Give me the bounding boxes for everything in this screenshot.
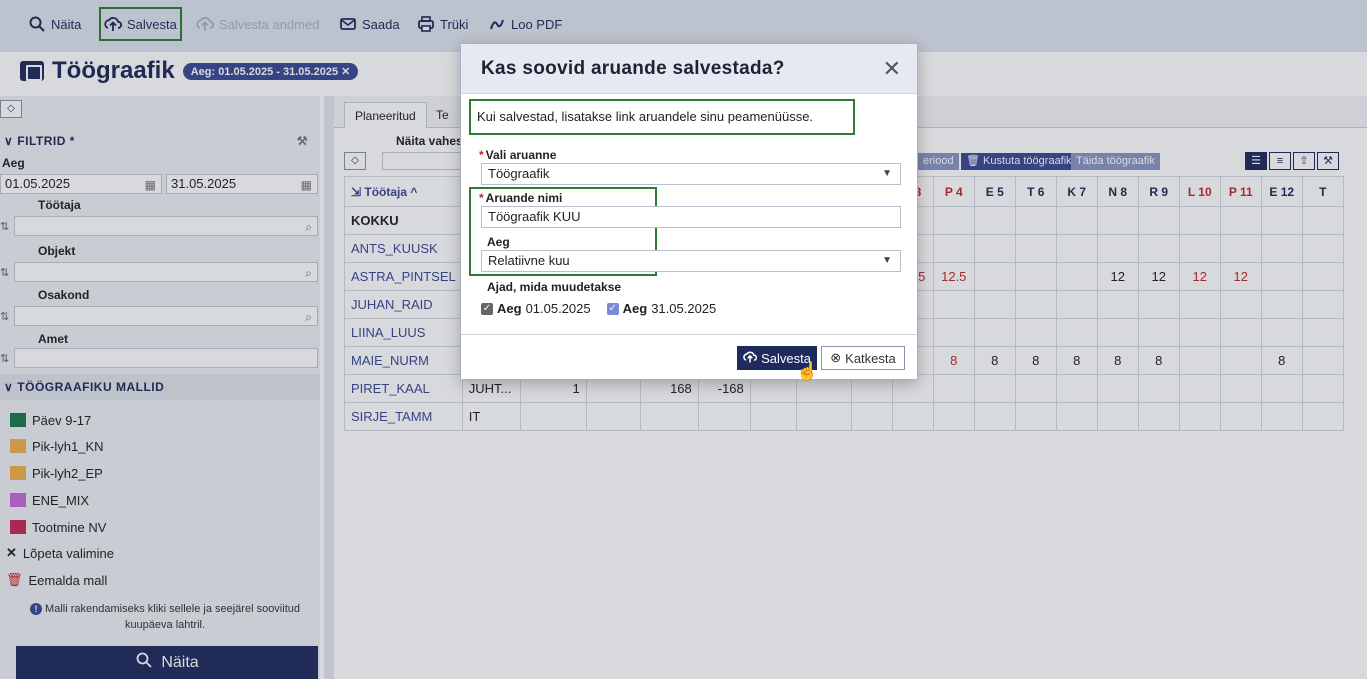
dialog-cancel-button[interactable]: ⊗ Katkesta (821, 346, 905, 370)
end-date-check-value: 31.05.2025 (651, 301, 717, 316)
select-report-label-text: Vali aruanne (485, 148, 557, 162)
period-type-value: Relatiivne kuu (488, 253, 570, 268)
save-report-dialog: Kas soovid aruande salvestada? ✕ Kui sal… (460, 43, 918, 380)
cancel-circle-icon: ⊗ (830, 350, 842, 365)
period-type-dropdown[interactable]: Relatiivne kuu ▼ (481, 250, 901, 272)
report-name-input[interactable]: Töögraafik KUU (481, 206, 901, 228)
start-date-check-label: Aeg (497, 301, 522, 316)
cloud-upload-icon (743, 350, 758, 367)
dialog-cancel-label: Katkesta (845, 350, 896, 366)
report-name-value: Töögraafik KUU (488, 209, 581, 224)
dialog-footer: Salvesta ⊗ Katkesta (461, 334, 917, 380)
report-name-label-text: Aruande nimi (485, 191, 563, 205)
select-report-dropdown[interactable]: Töögraafik ▼ (481, 163, 901, 185)
start-date-checkbox[interactable]: ✓ (481, 302, 493, 315)
select-report-label: * Vali aruanne (479, 148, 557, 162)
changed-dates-checks: ✓ Aeg 01.05.2025 ✓ Aeg 31.05.2025 (481, 301, 716, 316)
hand-cursor-icon: ☝ (796, 361, 819, 381)
end-date-checkbox[interactable]: ✓ (606, 302, 619, 315)
dropdown-arrow-icon: ▼ (882, 255, 892, 266)
end-date-check-label: Aeg (622, 301, 648, 316)
dropdown-arrow-icon: ▼ (882, 168, 892, 179)
start-date-check-value: 01.05.2025 (525, 301, 591, 316)
dialog-info-text: Kui salvestad, lisatakse link aruandele … (469, 99, 855, 135)
select-report-value: Töögraafik (488, 166, 550, 181)
close-icon[interactable]: ✕ (883, 56, 901, 82)
dialog-header: Kas soovid aruande salvestada? ✕ (461, 44, 917, 94)
changed-dates-label: Ajad, mida muudetakse (487, 280, 622, 294)
report-name-label: * Aruande nimi (479, 191, 563, 205)
period-type-label: Aeg (487, 235, 510, 249)
dialog-title: Kas soovid aruande salvestada? (481, 58, 785, 79)
